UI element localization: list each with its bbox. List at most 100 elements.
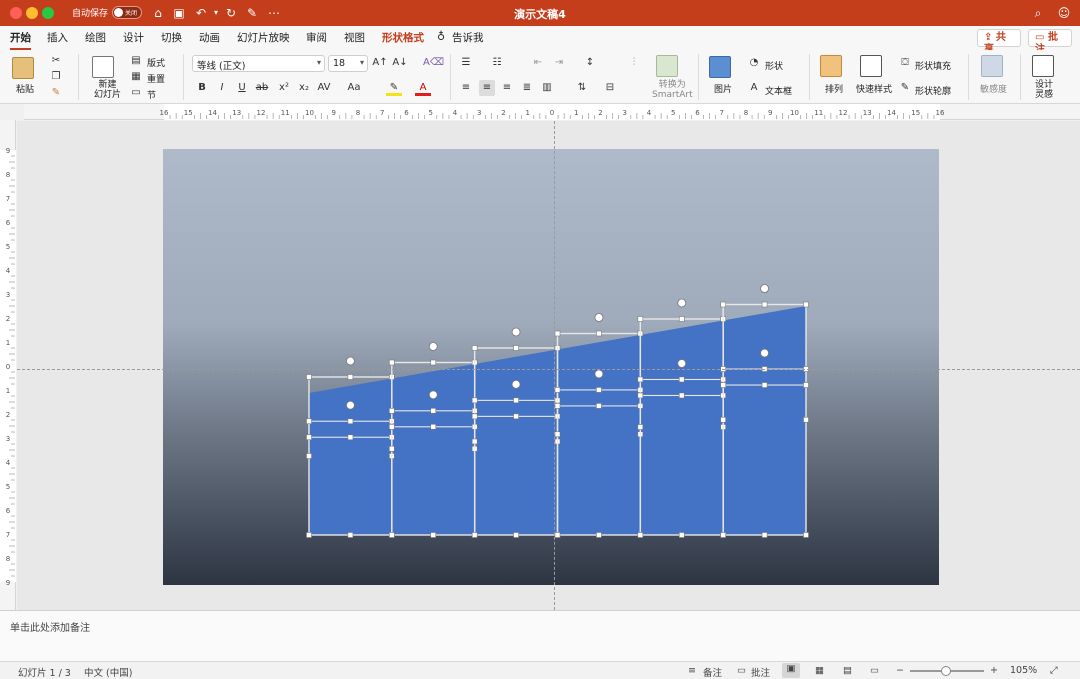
- shape-button[interactable]: 形状: [765, 59, 783, 72]
- resize-handle[interactable]: [761, 382, 768, 388]
- cut-icon[interactable]: ✂: [48, 53, 64, 69]
- highlight-icon[interactable]: ✎: [386, 80, 402, 96]
- slideshow-icon[interactable]: ▭: [870, 665, 879, 676]
- resize-handle[interactable]: [513, 413, 519, 420]
- superscript-icon[interactable]: x²: [276, 80, 292, 96]
- increase-indent-icon[interactable]: ⇥: [551, 55, 567, 71]
- strikethrough-icon[interactable]: ab: [254, 80, 270, 96]
- resize-handle[interactable]: [803, 532, 809, 538]
- smartart-icon[interactable]: [656, 55, 678, 77]
- share-button[interactable]: ⇪ 共享: [977, 29, 1021, 55]
- resize-handle[interactable]: [803, 382, 809, 388]
- italic-icon[interactable]: I: [214, 80, 230, 96]
- tab-insert[interactable]: 插入: [47, 30, 68, 45]
- clear-formatting-icon[interactable]: A⌫: [423, 55, 444, 71]
- resize-handle[interactable]: [554, 387, 561, 393]
- resize-handle[interactable]: [554, 403, 561, 409]
- tab-animations[interactable]: 动画: [199, 30, 220, 45]
- resize-handle[interactable]: [720, 532, 726, 538]
- section-icon[interactable]: ▭: [128, 85, 144, 101]
- quick-styles-icon[interactable]: [860, 55, 882, 77]
- tab-tell-me[interactable]: 告诉我: [452, 30, 484, 45]
- text-direction-icon[interactable]: ⇅: [574, 80, 590, 96]
- tab-slideshow[interactable]: 幻灯片放映: [237, 30, 290, 45]
- align-left-icon[interactable]: ≡: [458, 80, 474, 96]
- slide[interactable]: [163, 149, 939, 585]
- align-right-icon[interactable]: ≡: [499, 80, 515, 96]
- textbox-icon[interactable]: A: [746, 80, 762, 96]
- shapes-icon[interactable]: ◔: [746, 55, 762, 71]
- slide-sorter-icon[interactable]: ▦: [815, 665, 824, 676]
- language-indicator[interactable]: 中文 (中国): [84, 665, 132, 679]
- resize-handle[interactable]: [637, 376, 644, 383]
- resize-handle[interactable]: [389, 532, 395, 538]
- resize-handle[interactable]: [596, 532, 602, 538]
- resize-handle[interactable]: [471, 345, 478, 351]
- zoom-in-icon[interactable]: +: [990, 665, 998, 676]
- subscript-icon[interactable]: x₂: [296, 80, 312, 96]
- slide-shapes[interactable]: [163, 149, 939, 585]
- resize-handle[interactable]: [347, 434, 354, 441]
- resize-handle[interactable]: [389, 407, 395, 414]
- resize-handle[interactable]: [678, 316, 685, 322]
- pen-outline-icon[interactable]: ✎: [897, 80, 913, 96]
- rotate-handle-icon[interactable]: [677, 298, 687, 308]
- tab-home[interactable]: 开始: [10, 30, 31, 50]
- font-size-dropdown[interactable]: 18 ▾: [328, 55, 368, 72]
- resize-handle[interactable]: [596, 403, 602, 409]
- tab-design[interactable]: 设计: [123, 30, 144, 45]
- reset-icon[interactable]: ▦: [128, 69, 144, 85]
- rotate-handle-icon[interactable]: [346, 400, 355, 410]
- resize-handle[interactable]: [678, 532, 685, 538]
- resize-handle[interactable]: [720, 382, 726, 388]
- resize-handle[interactable]: [637, 532, 644, 538]
- underline-icon[interactable]: U: [234, 80, 250, 96]
- comments-toggle-button[interactable]: 批注: [751, 665, 770, 679]
- columns-dropdown-icon[interactable]: ⫶: [626, 55, 642, 71]
- resize-handle[interactable]: [513, 345, 519, 351]
- resize-handle[interactable]: [554, 532, 561, 538]
- layout-button[interactable]: 版式: [147, 56, 165, 69]
- resize-handle[interactable]: [761, 301, 768, 308]
- resize-handle[interactable]: [803, 416, 809, 423]
- resize-handle[interactable]: [596, 387, 602, 393]
- format-painter-icon[interactable]: ✎: [48, 85, 64, 101]
- resize-handle[interactable]: [678, 392, 685, 399]
- resize-handle[interactable]: [306, 418, 312, 425]
- resize-handle[interactable]: [596, 330, 602, 337]
- reset-button[interactable]: 重置: [147, 72, 165, 85]
- rotate-handle-icon[interactable]: [677, 359, 687, 368]
- resize-handle[interactable]: [347, 418, 354, 425]
- columns-icon[interactable]: ▥: [539, 80, 555, 96]
- line-spacing-icon[interactable]: ↕: [582, 55, 598, 71]
- textbox-button[interactable]: 文本框: [765, 84, 792, 97]
- bullets-icon[interactable]: ☰: [458, 55, 474, 71]
- resize-handle[interactable]: [678, 376, 685, 383]
- resize-handle[interactable]: [471, 438, 478, 445]
- align-text-icon[interactable]: ⊟: [602, 80, 618, 96]
- decrease-indent-icon[interactable]: ⇤: [530, 55, 546, 71]
- resize-handle[interactable]: [761, 532, 768, 538]
- rotate-handle-icon[interactable]: [594, 313, 604, 322]
- rotate-handle-icon[interactable]: [760, 348, 769, 358]
- character-spacing-icon[interactable]: AV: [316, 80, 332, 96]
- arrange-icon[interactable]: [820, 55, 842, 77]
- rotate-handle-icon[interactable]: [428, 390, 438, 400]
- designer-icon[interactable]: [1032, 55, 1054, 77]
- resize-handle[interactable]: [803, 301, 809, 308]
- rotate-handle-icon[interactable]: [511, 327, 521, 337]
- resize-handle[interactable]: [637, 424, 644, 430]
- resize-handle[interactable]: [513, 532, 519, 538]
- notes-toggle-button[interactable]: 备注: [703, 665, 722, 679]
- tab-view[interactable]: 视图: [344, 30, 365, 45]
- tab-shape-format[interactable]: 形状格式: [382, 30, 424, 45]
- resize-handle[interactable]: [347, 374, 354, 380]
- resize-handle[interactable]: [471, 397, 478, 404]
- rotate-handle-icon[interactable]: [346, 356, 355, 366]
- resize-handle[interactable]: [637, 392, 644, 399]
- section-button[interactable]: 节: [147, 88, 156, 101]
- resize-handle[interactable]: [389, 445, 395, 452]
- justify-icon[interactable]: ≣: [519, 80, 535, 96]
- fit-to-window-icon[interactable]: ⤢: [1050, 665, 1058, 676]
- rotate-handle-icon[interactable]: [511, 379, 521, 389]
